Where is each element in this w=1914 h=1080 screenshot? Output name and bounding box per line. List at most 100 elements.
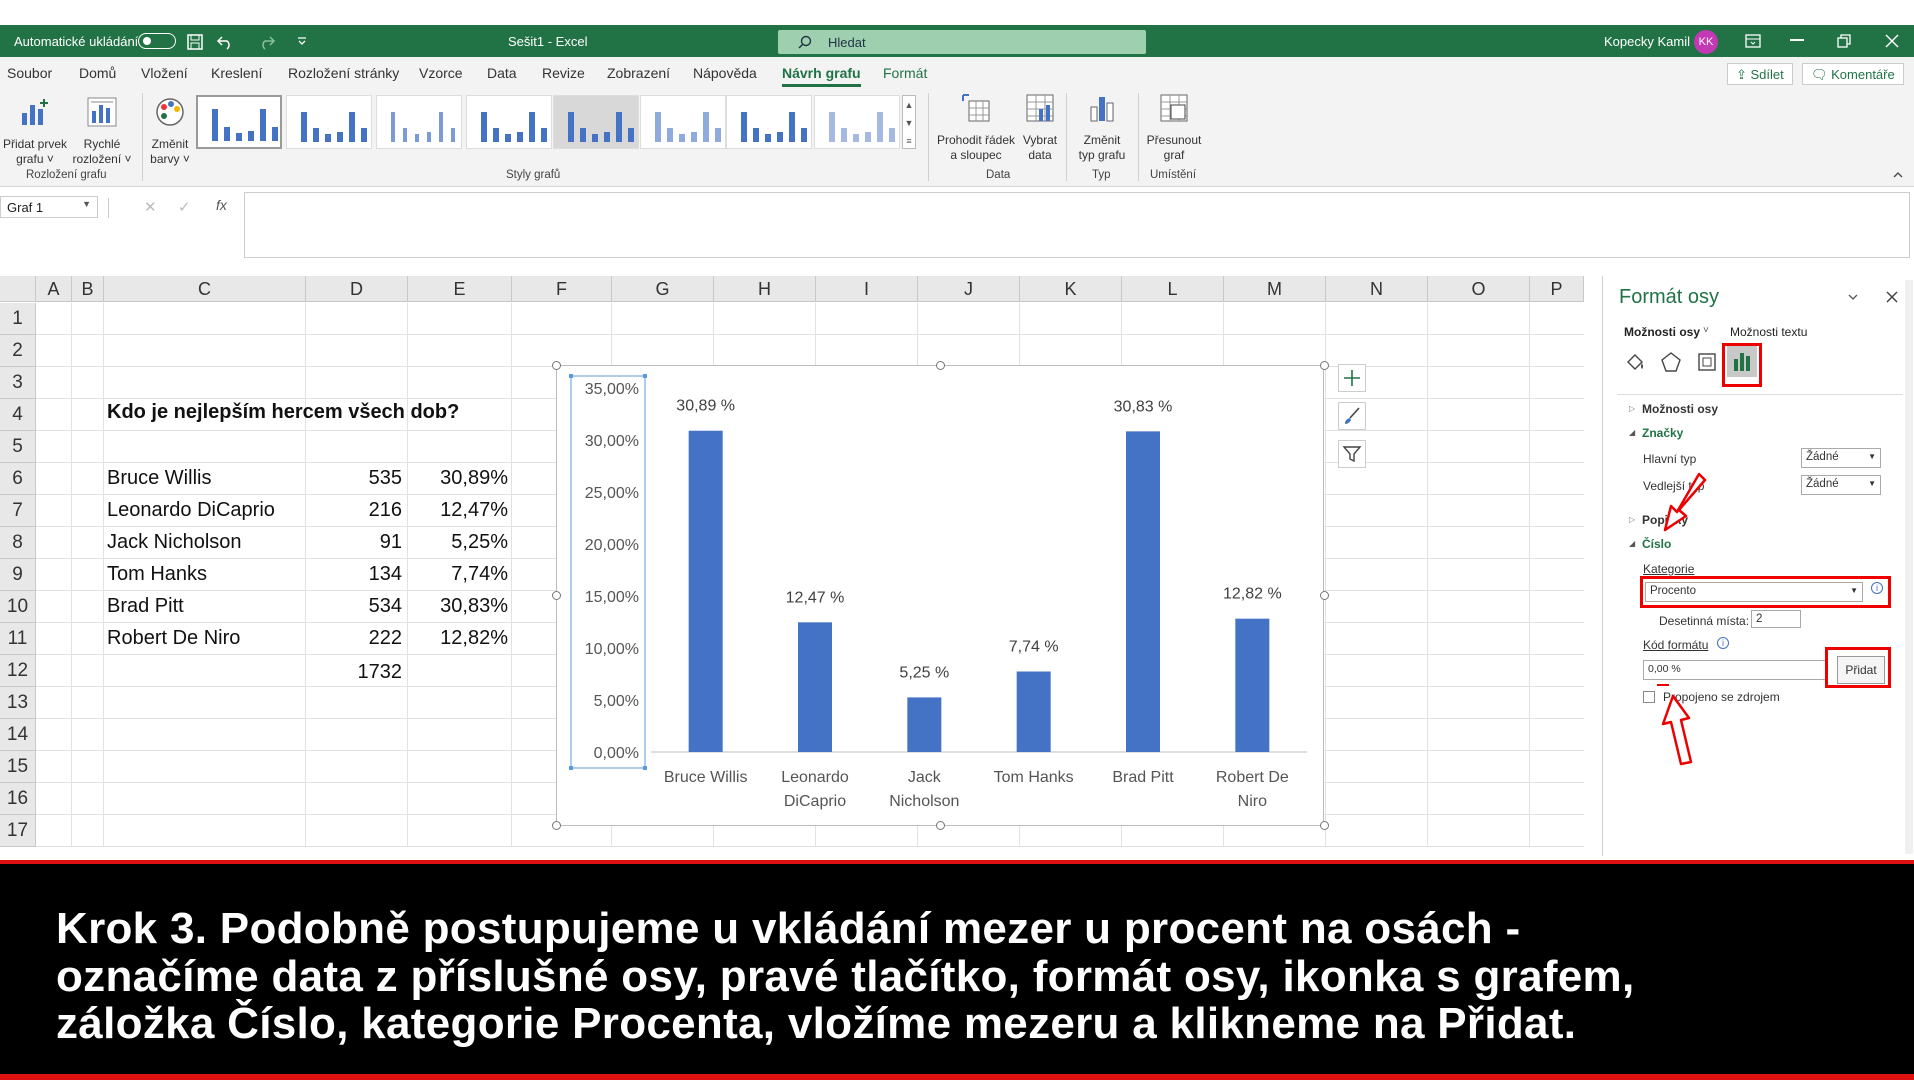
- chart-style-1[interactable]: [196, 95, 282, 149]
- chart-elements-button[interactable]: [1338, 364, 1366, 392]
- y-tick-label[interactable]: 25,00%: [585, 485, 639, 502]
- x-tick-label[interactable]: Jack: [908, 769, 942, 786]
- name-box[interactable]: Graf 1 ▼: [0, 196, 98, 218]
- move-chart-button[interactable]: Přesunout graf: [1142, 91, 1206, 163]
- y-tick-label[interactable]: 30,00%: [585, 433, 639, 450]
- scroll-up-icon[interactable]: ▲: [903, 96, 915, 114]
- column-header[interactable]: E: [408, 276, 512, 302]
- tab-vlozeni[interactable]: Vložení: [141, 65, 188, 81]
- percent-cell[interactable]: 12,82%: [408, 627, 508, 650]
- fill-line-icon[interactable]: [1623, 350, 1647, 374]
- column-header[interactable]: D: [306, 276, 408, 302]
- row-header[interactable]: 3: [0, 367, 36, 399]
- column-header[interactable]: N: [1326, 276, 1428, 302]
- tab-soubor[interactable]: Soubor: [7, 65, 52, 81]
- bar[interactable]: [1016, 671, 1051, 752]
- resize-handle[interactable]: [1320, 361, 1329, 370]
- row-header[interactable]: 4: [0, 399, 36, 431]
- axis-selection-handle[interactable]: [643, 374, 647, 378]
- add-chart-element-button[interactable]: Přidat prvek grafu ˅: [0, 95, 70, 167]
- column-header[interactable]: L: [1122, 276, 1224, 302]
- row-header[interactable]: 16: [0, 783, 36, 815]
- column-header[interactable]: I: [816, 276, 918, 302]
- x-tick-label[interactable]: Bruce Willis: [664, 769, 748, 786]
- question-cell[interactable]: Kdo je nejlepším hercem všech dob?: [107, 401, 459, 424]
- chart-style-2[interactable]: [286, 95, 372, 149]
- column-header[interactable]: K: [1020, 276, 1122, 302]
- bar[interactable]: [1126, 431, 1160, 752]
- tab-vzorce[interactable]: Vzorce: [419, 65, 463, 81]
- bar[interactable]: [907, 697, 942, 752]
- more-styles-icon[interactable]: ≡: [903, 132, 915, 150]
- votes-cell[interactable]: 534: [306, 595, 402, 618]
- redo-icon[interactable]: [254, 33, 276, 51]
- resize-handle[interactable]: [936, 361, 945, 370]
- row-header[interactable]: 8: [0, 527, 36, 559]
- close-pane-icon[interactable]: [1885, 290, 1899, 304]
- chart-filters-button[interactable]: [1338, 440, 1366, 468]
- tab-zobrazeni[interactable]: Zobrazení: [607, 65, 670, 81]
- data-label[interactable]: 7,74 %: [1009, 639, 1059, 656]
- column-header[interactable]: P: [1530, 276, 1584, 302]
- data-label[interactable]: 12,82 %: [1223, 586, 1282, 603]
- resize-handle[interactable]: [552, 361, 561, 370]
- select-data-button[interactable]: Vybrat data: [1018, 91, 1062, 163]
- decimals-input[interactable]: 2: [1751, 610, 1801, 628]
- styles-scroll[interactable]: ▲ ▼ ≡: [902, 95, 916, 149]
- data-label[interactable]: 30,83 %: [1114, 398, 1173, 415]
- row-header[interactable]: 6: [0, 463, 36, 495]
- row-header[interactable]: 14: [0, 719, 36, 751]
- major-type-select[interactable]: Žádné ▼: [1801, 448, 1881, 468]
- tab-revize[interactable]: Revize: [542, 65, 585, 81]
- customize-qat-icon[interactable]: [296, 35, 308, 47]
- x-tick-label[interactable]: Nicholson: [889, 793, 959, 810]
- expanded-arrow-icon[interactable]: ◢: [1629, 539, 1635, 548]
- ribbon-display-icon[interactable]: [1744, 33, 1762, 49]
- undo-icon[interactable]: [216, 33, 238, 51]
- resize-handle[interactable]: [552, 821, 561, 830]
- y-tick-label[interactable]: 35,00%: [585, 381, 639, 398]
- votes-cell[interactable]: 216: [306, 499, 402, 522]
- percent-cell[interactable]: 12,47%: [408, 499, 508, 522]
- data-label[interactable]: 30,89 %: [676, 398, 735, 415]
- collapsed-arrow-icon[interactable]: ▷: [1629, 515, 1635, 524]
- bar-chart[interactable]: 0,00% 5,00% 10,00% 15,00% 20,00% 25,00% 30,00%…: [557, 366, 1325, 827]
- share-button[interactable]: ⇪ Sdílet: [1727, 63, 1793, 85]
- votes-cell[interactable]: 134: [306, 563, 402, 586]
- axis-options-dropdown-icon[interactable]: ˅: [1703, 325, 1709, 336]
- select-all-corner[interactable]: [0, 276, 36, 302]
- actor-name-cell[interactable]: Tom Hanks: [107, 563, 207, 586]
- chart-styles-button[interactable]: [1338, 402, 1366, 430]
- column-header[interactable]: O: [1428, 276, 1530, 302]
- bar[interactable]: [1235, 618, 1270, 752]
- chart-style-6[interactable]: [640, 95, 726, 149]
- column-header[interactable]: A: [36, 276, 72, 302]
- tab-kresleni[interactable]: Kreslení: [211, 65, 262, 81]
- resize-handle[interactable]: [1320, 821, 1329, 830]
- votes-cell[interactable]: 222: [306, 627, 402, 650]
- row-header[interactable]: 11: [0, 623, 36, 655]
- resize-handle[interactable]: [1320, 591, 1329, 600]
- percent-cell[interactable]: 30,83%: [408, 595, 508, 618]
- chart-style-7[interactable]: [726, 95, 812, 149]
- percent-cell[interactable]: 30,89%: [408, 467, 508, 490]
- chart-style-4[interactable]: [466, 95, 552, 149]
- minimize-icon[interactable]: [1790, 39, 1804, 41]
- chart-style-8[interactable]: [814, 95, 900, 149]
- x-tick-label[interactable]: Robert De: [1216, 769, 1289, 786]
- formula-input[interactable]: [244, 192, 1910, 258]
- tab-napoveda[interactable]: Nápověda: [693, 65, 757, 81]
- actor-name-cell[interactable]: Robert De Niro: [107, 627, 240, 650]
- resize-handle[interactable]: [936, 821, 945, 830]
- linked-source-checkbox[interactable]: [1643, 691, 1655, 703]
- pane-options-dropdown-icon[interactable]: [1847, 292, 1859, 302]
- chart-style-5[interactable]: [553, 95, 639, 149]
- collapse-ribbon-icon[interactable]: [1892, 169, 1904, 179]
- x-tick-label[interactable]: Leonardo: [781, 769, 849, 786]
- close-window-icon[interactable]: [1884, 33, 1900, 49]
- row-header[interactable]: 13: [0, 687, 36, 719]
- total-cell[interactable]: 1732: [306, 661, 403, 684]
- autosave-toggle[interactable]: [138, 33, 176, 49]
- bar[interactable]: [798, 622, 832, 752]
- chart-area[interactable]: 0,00% 5,00% 10,00% 15,00% 20,00% 25,00% 30,00%…: [556, 365, 1324, 826]
